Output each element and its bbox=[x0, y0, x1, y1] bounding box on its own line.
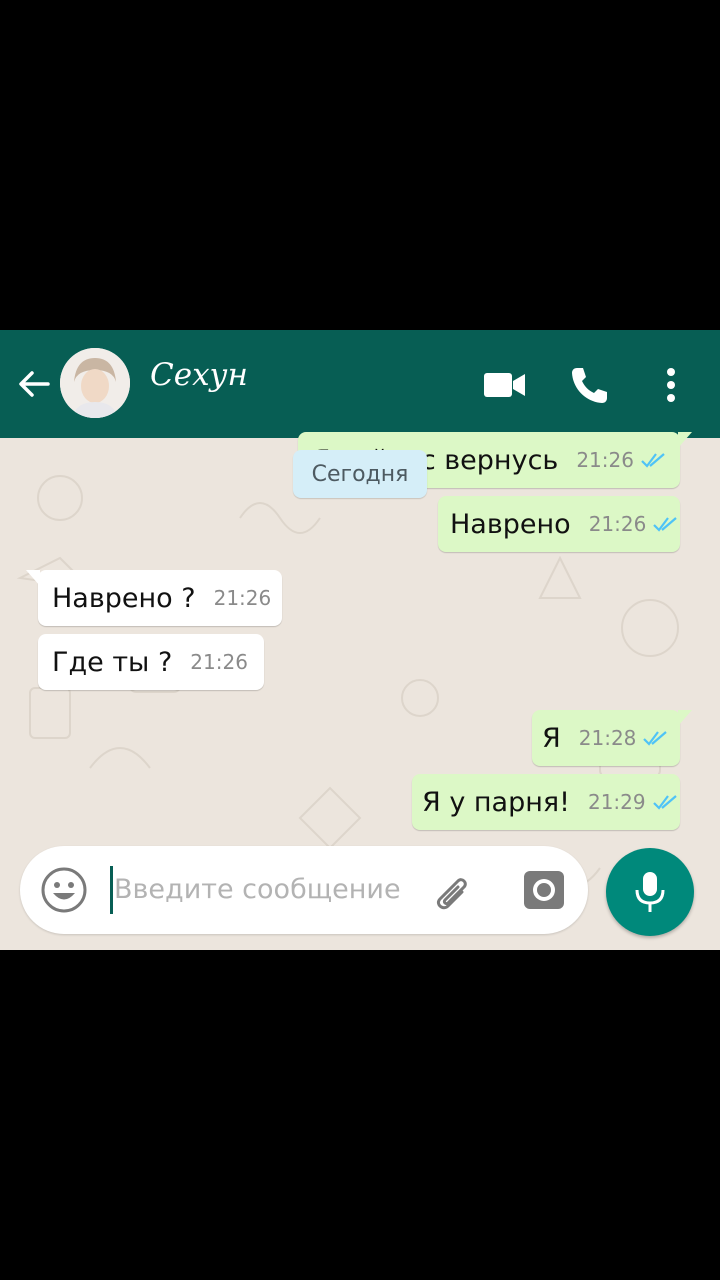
bubble-tail bbox=[26, 570, 40, 586]
message-text: Наврено bbox=[450, 508, 571, 540]
more-vertical-icon[interactable] bbox=[648, 362, 694, 408]
message-bubble-outgoing[interactable]: Наврено 21:26 bbox=[438, 496, 680, 552]
bubble-tail bbox=[678, 710, 692, 726]
message-text: Наврено ? bbox=[52, 582, 196, 614]
read-receipt-icon bbox=[653, 517, 678, 532]
message-time: 21:29 bbox=[587, 790, 646, 814]
microphone-button[interactable] bbox=[606, 848, 694, 936]
arrow-left-icon[interactable] bbox=[14, 364, 54, 404]
text-cursor bbox=[110, 866, 113, 914]
camera-icon[interactable] bbox=[520, 866, 568, 914]
chat-screen: Сехун Я сейчас вернусь 21:26 Сегодня Нав… bbox=[0, 330, 720, 950]
message-time: 21:26 bbox=[576, 448, 634, 472]
message-composer[interactable]: Введите сообщение bbox=[20, 846, 588, 934]
message-bubble-outgoing[interactable]: Я у парня! 21:29 bbox=[412, 774, 680, 830]
avatar-image bbox=[60, 348, 130, 418]
chat-header: Сехун bbox=[0, 330, 720, 438]
paperclip-icon[interactable] bbox=[428, 866, 476, 914]
read-receipt-icon bbox=[643, 731, 668, 746]
message-time: 21:26 bbox=[190, 650, 248, 674]
message-bubble-incoming[interactable]: Где ты ? 21:26 bbox=[38, 634, 264, 690]
video-call-icon[interactable] bbox=[482, 362, 528, 408]
read-receipt-icon bbox=[652, 795, 677, 810]
bubble-tail bbox=[678, 432, 692, 448]
microphone-icon bbox=[635, 872, 665, 912]
message-time: 21:28 bbox=[578, 726, 637, 750]
read-receipt-icon bbox=[641, 453, 665, 468]
message-text: Где ты ? bbox=[52, 646, 173, 678]
emoji-icon[interactable] bbox=[40, 866, 88, 914]
message-bubble-outgoing[interactable]: Я 21:28 bbox=[532, 710, 692, 766]
contact-name[interactable]: Сехун bbox=[150, 357, 248, 393]
message-text: Я bbox=[542, 722, 561, 754]
avatar[interactable] bbox=[60, 348, 130, 418]
message-time: 21:26 bbox=[213, 586, 272, 610]
message-time: 21:26 bbox=[588, 512, 647, 536]
message-bubble-incoming[interactable]: Наврено ? 21:26 bbox=[26, 570, 282, 626]
message-input[interactable]: Введите сообщение bbox=[114, 874, 401, 905]
message-text: Я у парня! bbox=[422, 786, 570, 818]
phone-icon[interactable] bbox=[567, 362, 613, 408]
date-separator: Сегодня bbox=[293, 450, 427, 498]
